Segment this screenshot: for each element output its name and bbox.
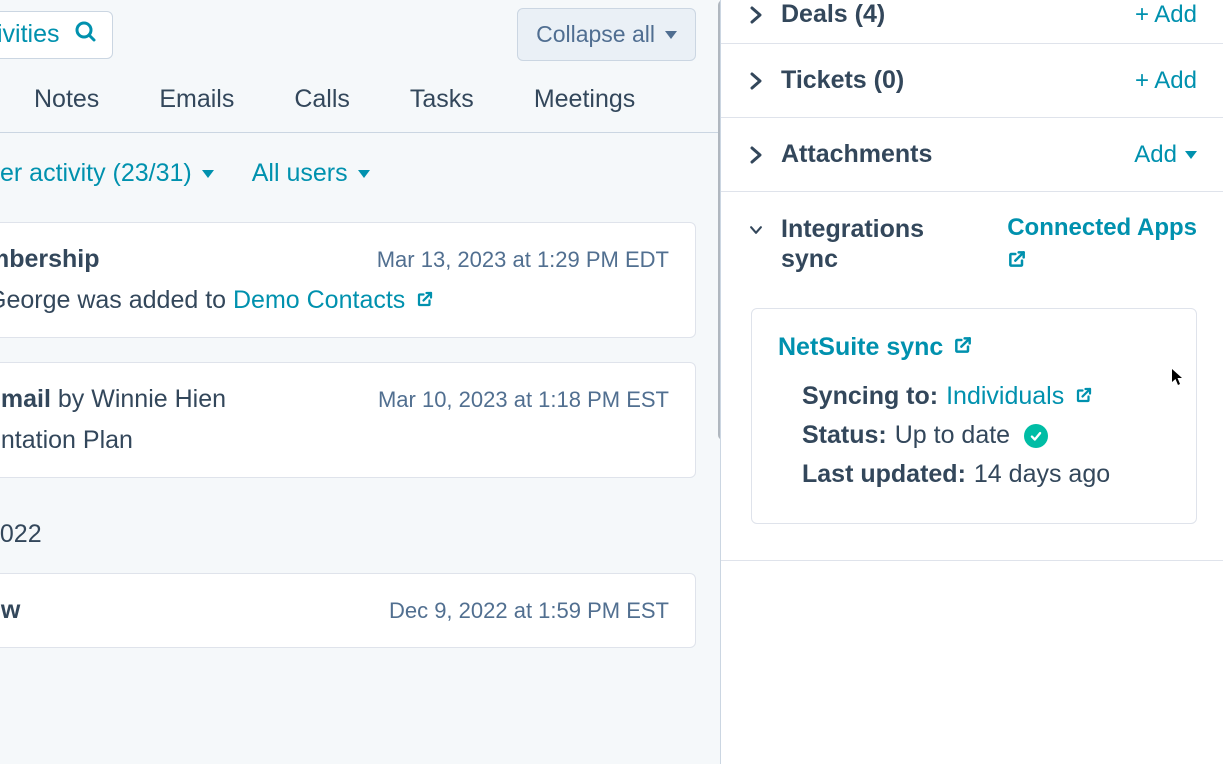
mouse-cursor-icon <box>1171 368 1185 386</box>
year-divider: 2022 <box>0 502 696 573</box>
caret-down-icon <box>358 170 370 178</box>
netsuite-sync-link[interactable]: NetSuite sync <box>778 333 973 362</box>
collapse-all-button[interactable]: Collapse all <box>517 8 696 61</box>
attachments-panel-title: Attachments <box>781 140 932 169</box>
activity-card-date: Mar 13, 2023 at 1:29 PM EDT <box>377 247 669 273</box>
external-link-icon <box>412 286 434 314</box>
activity-card-title: mbership <box>0 245 100 274</box>
filter-activity-label: er activity (23/31) <box>0 159 192 188</box>
activity-card-link[interactable]: Demo Contacts <box>233 286 434 314</box>
chevron-down-icon[interactable] <box>749 220 763 240</box>
deals-panel-title: Deals (4) <box>781 0 885 29</box>
filter-users-label: All users <box>252 159 348 188</box>
search-icon <box>74 20 98 49</box>
caret-down-icon <box>202 170 214 178</box>
activity-card-body-text: entation Plan <box>0 426 669 455</box>
add-ticket-button[interactable]: + Add <box>1135 67 1197 95</box>
activity-tabs: Notes Emails Calls Tasks Meetings <box>0 75 720 133</box>
tab-notes[interactable]: Notes <box>34 85 99 114</box>
last-updated-label: Last updated: <box>802 460 966 489</box>
add-deal-button[interactable]: + Add <box>1135 1 1197 29</box>
activity-card-body-text: George was added to <box>0 286 233 314</box>
external-link-icon <box>1071 382 1093 410</box>
chevron-right-icon[interactable] <box>749 145 763 165</box>
external-link-icon <box>953 333 973 362</box>
activity-card[interactable]: mbership Mar 13, 2023 at 1:29 PM EDT Geo… <box>0 222 696 338</box>
collapse-all-label: Collapse all <box>536 21 655 48</box>
caret-down-icon <box>665 31 677 39</box>
check-circle-icon <box>1024 424 1048 448</box>
external-link-icon <box>1007 248 1027 276</box>
activity-card[interactable]: ew Dec 9, 2022 at 1:59 PM EST <box>0 573 696 648</box>
filter-activity-dropdown[interactable]: er activity (23/31) <box>0 159 214 188</box>
add-attachment-button[interactable]: Add <box>1134 141 1197 169</box>
syncing-to-link[interactable]: Individuals <box>946 382 1093 411</box>
tickets-panel-title: Tickets (0) <box>781 66 904 95</box>
activity-card[interactable]: email by Winnie Hien Mar 10, 2023 at 1:1… <box>0 362 696 478</box>
activity-card-title: email by Winnie Hien <box>0 385 226 414</box>
status-value: Up to date <box>895 421 1010 450</box>
status-label: Status: <box>802 421 887 450</box>
chevron-right-icon[interactable] <box>749 5 763 25</box>
last-updated-value: 14 days ago <box>974 460 1110 489</box>
right-sidebar: Deals (4) + Add Tickets (0) + Add <box>720 0 1223 764</box>
divider <box>721 560 1223 561</box>
activity-card-date: Mar 10, 2023 at 1:18 PM EST <box>378 387 669 413</box>
caret-down-icon <box>1185 151 1197 159</box>
integrations-panel-title: Integrations sync <box>781 214 951 274</box>
connected-apps-link[interactable]: Connected Apps <box>1007 214 1197 276</box>
activity-card-title: ew <box>0 596 20 625</box>
activity-card-date: Dec 9, 2022 at 1:59 PM EST <box>389 598 669 624</box>
activity-main-column: ivities Collapse all Notes Emails Calls … <box>0 0 720 764</box>
search-activities-label: ivities <box>0 20 74 49</box>
netsuite-sync-card: NetSuite sync Syncing to: Individuals <box>751 308 1197 524</box>
chevron-right-icon[interactable] <box>749 71 763 91</box>
syncing-to-label: Syncing to: <box>802 382 938 411</box>
tab-tasks[interactable]: Tasks <box>410 85 474 114</box>
search-activities[interactable]: ivities <box>0 11 113 59</box>
tab-meetings[interactable]: Meetings <box>534 85 635 114</box>
filter-users-dropdown[interactable]: All users <box>252 159 370 188</box>
tab-calls[interactable]: Calls <box>294 85 350 114</box>
tab-emails[interactable]: Emails <box>159 85 234 114</box>
